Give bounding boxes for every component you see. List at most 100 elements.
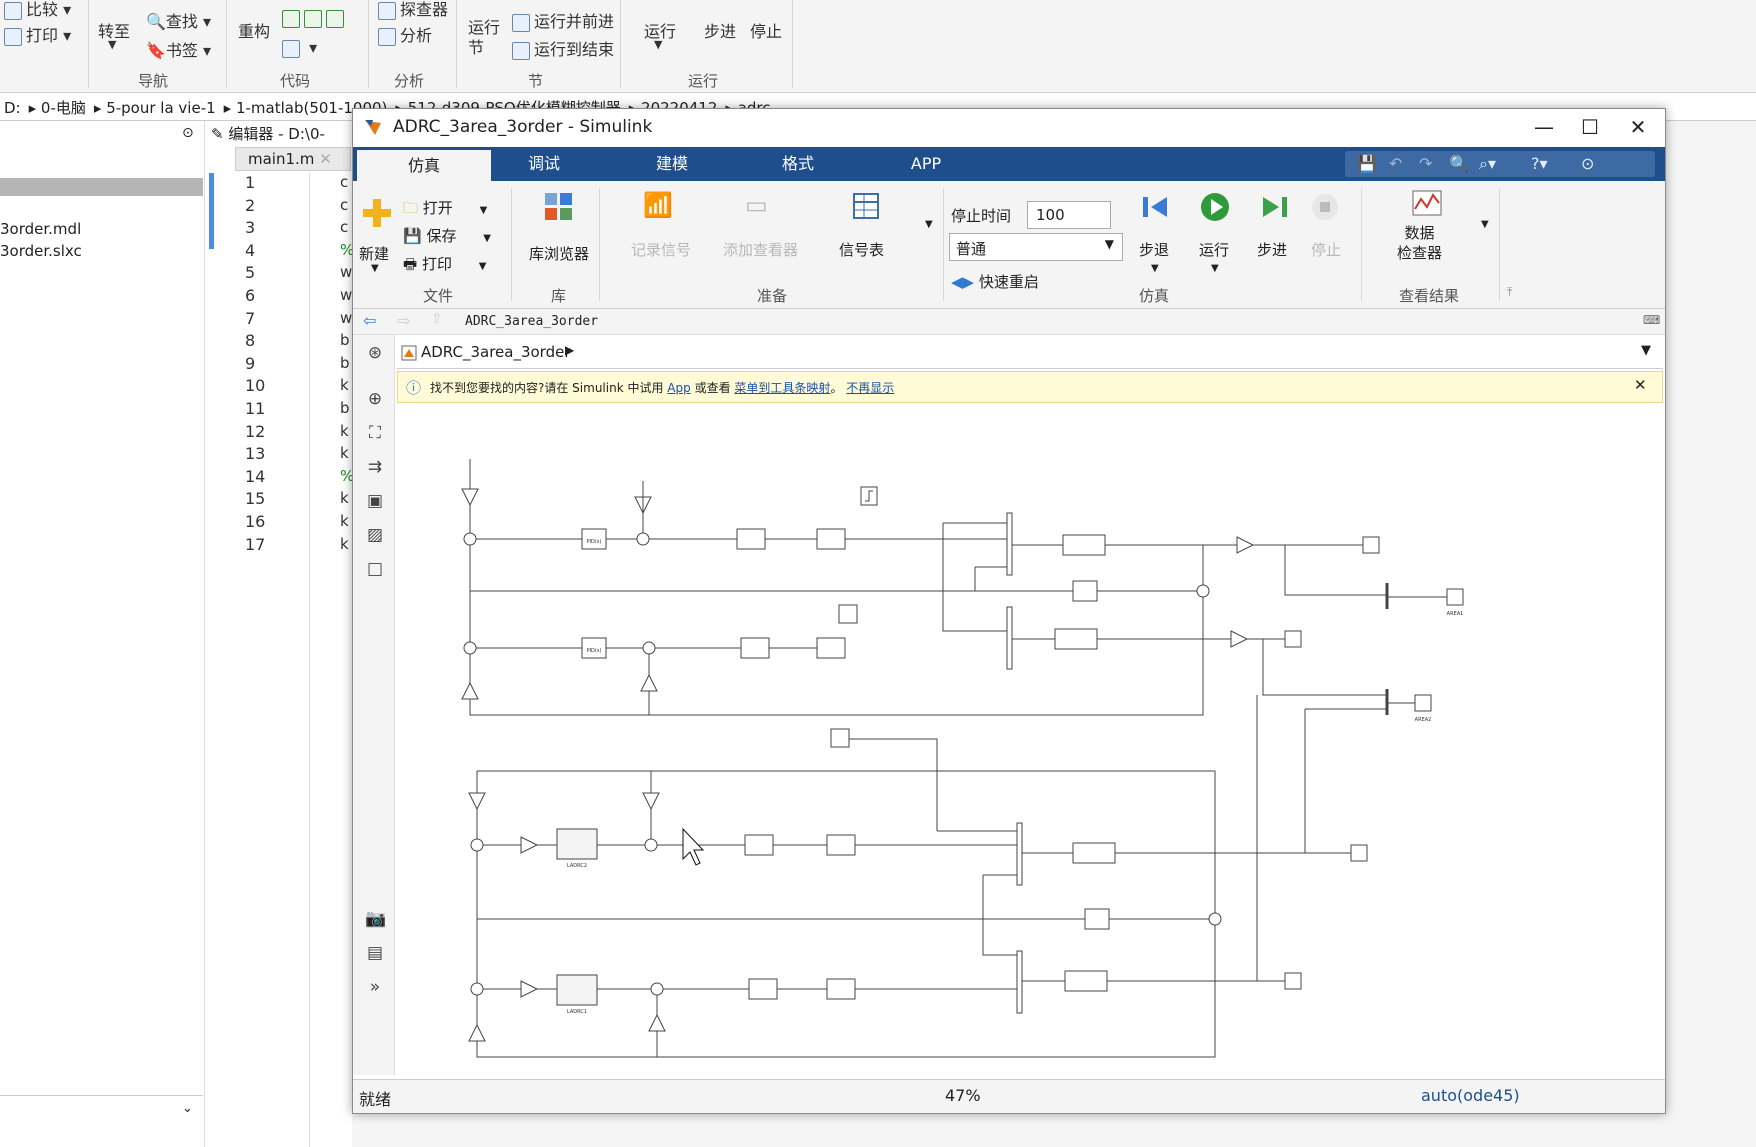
arrow-icon[interactable]: ⇉ — [365, 457, 385, 477]
gain-block[interactable] — [1236, 536, 1255, 554]
address-segment[interactable]: 0-电脑 — [41, 99, 86, 117]
scope-block[interactable] — [1446, 588, 1464, 606]
step-back-dropdown-icon[interactable]: ▼ — [1151, 263, 1159, 274]
code-line[interactable]: c — [340, 196, 348, 214]
run-dropdown-icon[interactable]: ▼ — [654, 38, 662, 51]
sum-block[interactable] — [650, 982, 664, 996]
sum-block[interactable] — [644, 838, 658, 852]
signal-table-button[interactable]: 信号表 — [839, 239, 884, 260]
code-line[interactable]: k — [340, 512, 349, 530]
simulation-mode-select[interactable]: 普通 ▼ — [949, 233, 1123, 261]
scope-block[interactable] — [1284, 972, 1302, 990]
save-button[interactable]: 💾 保存 ▼ — [403, 225, 491, 246]
run-dropdown-icon[interactable]: ▼ — [1211, 263, 1219, 274]
undo-icon[interactable]: ↶ — [1389, 154, 1402, 173]
transfer-fcn-block[interactable] — [748, 978, 778, 1000]
close-banner-button[interactable]: ✕ — [1634, 376, 1647, 394]
sum-block[interactable] — [642, 641, 656, 655]
find-button[interactable]: 🔍查找 ▾ — [146, 8, 211, 32]
data-inspector-button[interactable]: 数据 检查器 — [1397, 223, 1442, 263]
close-icon[interactable]: ✕ — [319, 150, 332, 168]
help-icon[interactable]: ?▾ — [1531, 154, 1548, 173]
run-to-end-button[interactable]: 运行到结束 — [512, 36, 614, 60]
zoom-icon[interactable]: ⊕ — [365, 389, 385, 409]
transfer-fcn-block[interactable] — [744, 834, 774, 856]
gain-block[interactable] — [1230, 630, 1249, 648]
add-viewer-button[interactable]: 添加查看器 — [723, 239, 798, 260]
run-and-advance-button[interactable]: 运行并前进 — [512, 8, 614, 32]
settings-icon[interactable]: ⊙ — [1581, 154, 1594, 173]
gain-block[interactable] — [468, 792, 486, 811]
camera-icon[interactable]: 📷 — [365, 909, 386, 929]
model-name[interactable]: ADRC_3area_3order — [421, 343, 571, 361]
sum-block[interactable] — [470, 982, 484, 996]
collapse-ribbon-icon[interactable]: ⤒ — [1507, 285, 1512, 300]
sum-block[interactable] — [1208, 912, 1222, 926]
keyboard-icon[interactable]: ⌨ — [1643, 313, 1660, 327]
gain-block[interactable] — [642, 792, 660, 811]
transfer-fcn-block[interactable] — [736, 528, 766, 550]
minimize-button[interactable]: — — [1521, 115, 1567, 139]
image-icon[interactable]: ▨ — [365, 525, 385, 545]
model-canvas[interactable]: PID(s) PID(s) AREA1 AREA2 LADRC2 LADRC1 — [397, 405, 1663, 1075]
code-line[interactable]: w — [340, 263, 352, 281]
run-section-button[interactable]: 运行 节 — [468, 18, 500, 58]
gain-block[interactable] — [461, 681, 479, 700]
file-item[interactable]: 3order.mdl — [0, 220, 81, 238]
up-icon[interactable]: ⇧ — [431, 311, 443, 327]
editor-tab-main1[interactable]: main1.m ✕ — [235, 147, 351, 171]
gain-block[interactable] — [640, 673, 658, 692]
print-button[interactable]: 打印 ▾ — [4, 22, 71, 46]
sum-block[interactable] — [636, 532, 650, 546]
code-line[interactable]: b — [340, 331, 350, 349]
expand-icon[interactable]: » — [365, 977, 385, 997]
transfer-fcn-block[interactable] — [816, 528, 846, 550]
stop-time-input[interactable]: 100 — [1027, 201, 1111, 229]
step-button[interactable]: 步进 — [704, 18, 736, 42]
gain-block[interactable] — [461, 488, 479, 507]
transfer-fcn-block[interactable] — [1064, 970, 1108, 992]
mux-block[interactable] — [1006, 512, 1013, 576]
mux-block[interactable] — [1016, 950, 1023, 1014]
step-block[interactable] — [838, 604, 858, 624]
scope-block[interactable] — [1362, 536, 1380, 554]
address-segment[interactable]: 5-pour la vie-1 — [106, 99, 215, 117]
maximize-button[interactable]: ☐ — [1567, 115, 1613, 139]
code-line[interactable]: c — [340, 173, 348, 191]
new-dropdown-icon[interactable]: ▼ — [371, 263, 379, 274]
menu-mapping-link[interactable]: 菜单到工具条映射 — [734, 381, 830, 395]
dont-show-again-link[interactable]: 不再显示 — [846, 381, 894, 395]
back-icon[interactable]: ⇦ — [363, 311, 376, 330]
annotation-icon[interactable]: ▣ — [365, 491, 385, 511]
code-line[interactable]: k — [340, 422, 349, 440]
tab-debug[interactable]: 调试 — [477, 147, 611, 181]
prepare-more-icon[interactable]: ▼ — [925, 219, 933, 230]
analyze-button[interactable]: 分析 — [378, 22, 432, 46]
forward-icon[interactable]: ⇨ — [397, 311, 410, 330]
code-line[interactable]: b — [340, 354, 350, 372]
transfer-fcn-block[interactable] — [1054, 628, 1098, 650]
new-button[interactable]: 新建 — [359, 243, 389, 264]
transfer-fcn-block[interactable] — [1062, 534, 1106, 556]
redo-icon[interactable]: ↷ — [1419, 154, 1432, 173]
stop-button[interactable]: 停止 — [750, 18, 782, 42]
compare-button[interactable]: 比较 ▾ — [4, 0, 71, 20]
find-replace-icon[interactable]: ⌕▾ — [1479, 154, 1496, 174]
breadcrumb[interactable]: ADRC_3area_3order — [465, 314, 598, 329]
print-button[interactable]: 🖶 打印 ▼ — [403, 253, 486, 279]
app-link[interactable]: App — [667, 381, 690, 395]
bookmark-button[interactable]: 🔖书签 ▾ — [146, 37, 211, 61]
chevron-down-icon[interactable]: ▼ — [1641, 343, 1651, 358]
gain-block[interactable] — [468, 1023, 486, 1042]
sum-block[interactable] — [463, 532, 477, 546]
solver-link[interactable]: auto(ode45) — [1421, 1086, 1520, 1105]
search-icon[interactable]: 🔍 — [1449, 154, 1469, 173]
save-icon[interactable]: 💾 — [1357, 154, 1377, 173]
transfer-fcn-block[interactable] — [740, 637, 770, 659]
gain-block[interactable] — [520, 980, 539, 998]
code-line[interactable]: k — [340, 489, 349, 507]
title-bar[interactable]: ADRC_3area_3order - Simulink — ☐ ✕ — [353, 109, 1665, 147]
step-block[interactable] — [830, 728, 850, 748]
area-icon[interactable]: □ — [365, 559, 385, 579]
code-line[interactable]: k — [340, 444, 349, 462]
